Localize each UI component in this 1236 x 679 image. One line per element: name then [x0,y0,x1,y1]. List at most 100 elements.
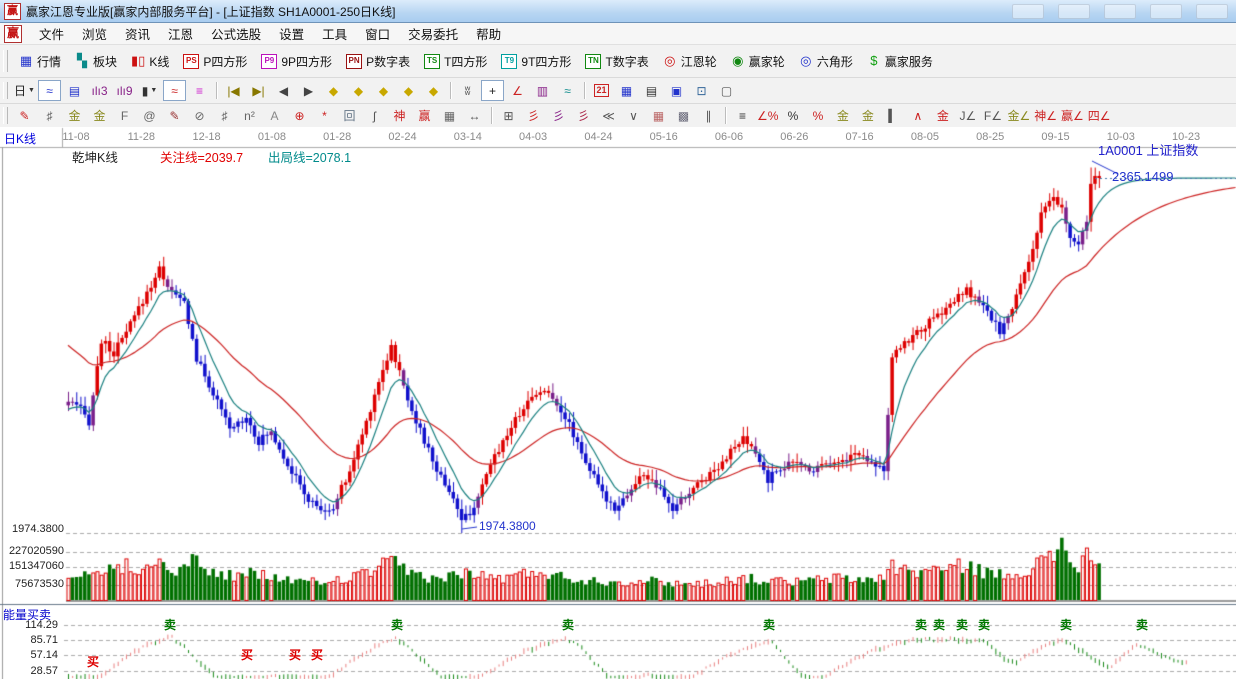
tool-button-gold-grid-1[interactable]: 金 [63,105,86,126]
tool-button-qiankun-red-toggle[interactable]: ≈ [163,80,186,101]
menu-item-帮助[interactable]: 帮助 [467,22,510,45]
tool-button-box-frame[interactable]: ⊞ [497,105,520,126]
menu-item-浏览[interactable]: 浏览 [73,22,116,45]
tool-button-notepad[interactable]: ▤ [640,80,663,101]
tool-button-save[interactable]: ▣ [665,80,688,101]
kline-chart-canvas[interactable] [0,127,1236,679]
tool-button-gann-expand[interactable]: ◆ [422,80,445,101]
toolbar-grip[interactable] [3,107,8,123]
tool-button-bar-pen[interactable]: ▍ [881,105,904,126]
tool-button-tick-comb[interactable]: ♯ [38,105,61,126]
menu-item-江恩[interactable]: 江恩 [159,22,202,45]
tool-button-si-angle[interactable]: 四∠ [1087,105,1112,126]
toolbar-button-t-number-table[interactable]: TNT数字表 [578,45,655,77]
toolbar-button-gann-wheel[interactable]: ◎江恩轮 [656,45,724,77]
tool-button-gann-shift-right[interactable]: ◆ [347,80,370,101]
tool-button-note-list[interactable]: ▤ [63,80,86,101]
exit-line-value: 出局线=2078.1 [268,147,351,166]
toolbar-button-9p-square[interactable]: P99P四方形 [254,45,339,77]
toolbar-button-hexagon[interactable]: ◎六角形 [792,45,860,77]
toolbar-grip[interactable] [3,82,8,100]
tool-button-gold-grid-2[interactable]: 金 [88,105,111,126]
toolbar-button-winner-wheel[interactable]: ◉赢家轮 [724,45,792,77]
menu-item-资讯[interactable]: 资讯 [116,22,159,45]
tool-button-last-page[interactable]: ▶| [247,80,270,101]
tool-button-percent[interactable]: % [781,105,804,126]
tool-button-angle-measure[interactable]: ∠ [506,80,529,101]
tool-button-bars-3[interactable]: ılı3 [88,80,111,101]
tool-button-f-angle[interactable]: F∠ [981,105,1004,126]
tool-button-shen-angle[interactable]: 神∠ [1033,105,1058,126]
toolbar-grip[interactable] [3,50,8,72]
tool-button-n2-grid[interactable]: n² [238,105,261,126]
tool-button-gann-shift-left[interactable]: ◆ [322,80,345,101]
tool-button-gann-box-tool[interactable]: ▥ [531,80,554,101]
toolbar-button-quotes[interactable]: ▦行情 [12,45,68,77]
tool-button-gann-compress[interactable]: ◆ [397,80,420,101]
tool-button-gold-underline[interactable]: 金 [931,105,954,126]
toolbar-button-t-square[interactable]: TST四方形 [417,45,494,77]
tool-button-fan-red[interactable]: 彡 [522,105,545,126]
tool-button-circle-crosshair[interactable]: ⊕ [288,105,311,126]
tool-button-network[interactable]: ⊡ [690,80,713,101]
tool-button-hand-tool[interactable]: ʬ [456,80,479,101]
toolbar-button-winner-service[interactable]: $赢家服务 [860,45,940,77]
tool-button-square-spiral[interactable]: 回 [338,105,361,126]
tool-button-bars-9[interactable]: ılı9 [113,80,136,101]
tool-button-gold-line[interactable]: 金 [856,105,879,126]
tool-button-prev-page[interactable]: ◀ [272,80,295,101]
tool-button-av-tool[interactable]: ∧ [906,105,929,126]
menu-item-公式选股[interactable]: 公式选股 [202,22,270,45]
tool-button-angle-dial[interactable]: ⊘ [188,105,211,126]
tool-button-scale-ruler[interactable]: ≡ [731,105,754,126]
toolbar-button-kline[interactable]: ▮▯K线 [124,45,176,77]
tool-button-ying-angle[interactable]: 赢∠ [1060,105,1085,126]
tool-button-parallel-lines[interactable]: ∥ [697,105,720,126]
toolbar-button-p-square[interactable]: PSP四方形 [176,45,254,77]
tool-button-gold-angle[interactable]: 金∠ [1006,105,1031,126]
tool-button-crosshair-tool[interactable]: + [481,80,504,101]
menu-item-交易委托[interactable]: 交易委托 [399,22,467,45]
tool-button-grid-arrow[interactable]: ▩ [672,105,695,126]
tool-button-tick-comb-2[interactable]: ♯ [213,105,236,126]
toolbar-button-p-number-table[interactable]: PNP数字表 [339,45,417,77]
toolbar-button-sectors[interactable]: ▚板块 [68,45,124,77]
tool-button-fan-box-red[interactable]: 彡 [572,105,595,126]
tool-button-percent-red[interactable]: % [806,105,829,126]
tool-button-arrow-fan[interactable]: ≪ [597,105,620,126]
tool-button-width-tool[interactable]: ↔ [463,105,486,126]
tool-button-volume-profile[interactable]: ≡ [188,80,211,101]
tool-button-pulse-tool[interactable]: ʃ [363,105,386,126]
tool-button-pen-grid[interactable]: ✎ [163,105,186,126]
tool-button-workstation[interactable]: ▢ [715,80,738,101]
tool-button-fan-box-purple[interactable]: 彡 [547,105,570,126]
tool-button-grid-red[interactable]: ▦ [647,105,670,126]
tool-button-spiral-tool[interactable]: @ [138,105,161,126]
tool-button-calculator[interactable]: ▦ [615,80,638,101]
toolbar-button-9t-square[interactable]: T99T四方形 [494,45,578,77]
menu-item-文件[interactable]: 文件 [30,22,73,45]
tool-button-period-day-select[interactable]: 日▼ [13,80,36,101]
tool-button-zigzag-tool[interactable]: ∨ [622,105,645,126]
menu-item-设置[interactable]: 设置 [270,22,313,45]
tool-button-qiankun-blue-toggle[interactable]: ≈ [38,80,61,101]
tool-button-f-grid[interactable]: F [113,105,136,126]
tool-button-next-page[interactable]: ▶ [297,80,320,101]
tool-button-calendar-21[interactable]: 21 [590,80,613,101]
menu-item-工具[interactable]: 工具 [313,22,356,45]
tool-button-shen-grid[interactable]: 神 [388,105,411,126]
indicator-scale-label: 57.14 [0,649,58,661]
tool-button-gann-shift-both[interactable]: ◆ [372,80,395,101]
tool-button-gold-circle[interactable]: 金 [831,105,854,126]
tool-button-a-angle[interactable]: A [263,105,286,126]
tool-button-ying-grid[interactable]: 赢 [413,105,436,126]
tool-button-first-page[interactable]: |◀ [222,80,245,101]
tool-button-j-angle[interactable]: J∠ [956,105,979,126]
menu-item-窗口[interactable]: 窗口 [356,22,399,45]
tool-button-fractal-tool[interactable]: ≈ [556,80,579,101]
tool-button-grid-123[interactable]: ▦ [438,105,461,126]
tool-button-star-wheel[interactable]: * [313,105,336,126]
tool-button-angle-percent[interactable]: ∠% [756,105,779,126]
tool-button-candle-style-select[interactable]: ▮▼ [138,80,161,101]
tool-button-pen-knife[interactable]: ✎ [13,105,36,126]
